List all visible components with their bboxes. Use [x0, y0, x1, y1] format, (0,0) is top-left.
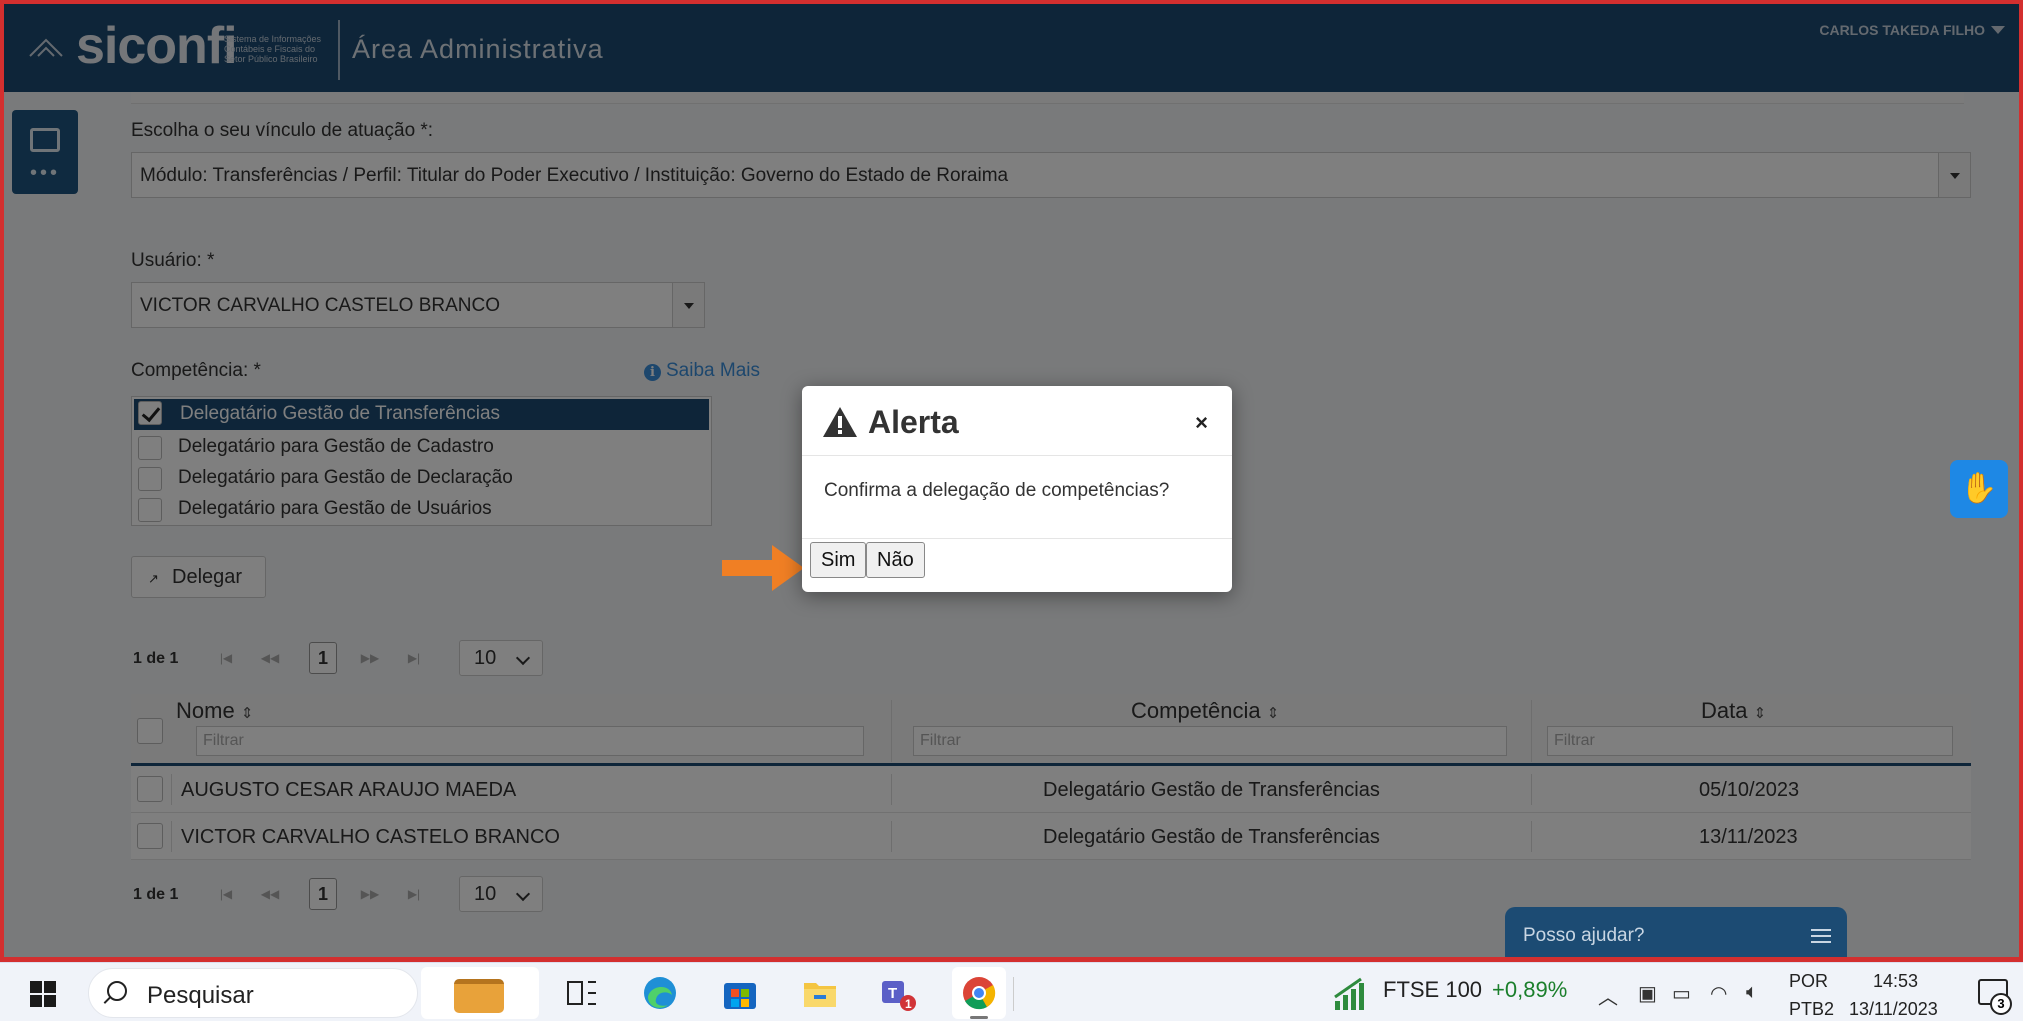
- meet-now-icon[interactable]: ▣: [1638, 981, 1657, 1006]
- file-explorer-icon[interactable]: [802, 975, 838, 1011]
- battery-icon[interactable]: ▭: [1672, 981, 1691, 1006]
- volume-icon[interactable]: 🔈︎: [1746, 981, 1758, 1004]
- orange-pointer-arrow-icon: [722, 545, 804, 591]
- warning-icon: [823, 407, 857, 437]
- teams-icon[interactable]: T 1: [880, 975, 916, 1011]
- stock-up-chart-icon: [1334, 977, 1364, 1010]
- task-view-icon[interactable]: [564, 975, 600, 1011]
- taskbar-divider: [1013, 977, 1014, 1011]
- taskbar-widget-tile[interactable]: [421, 967, 539, 1019]
- dialog-message: Confirma a delegação de competências?: [824, 480, 1170, 501]
- dialog-title: Alerta: [868, 404, 959, 440]
- ticker-name: FTSE 100: [1383, 977, 1483, 1002]
- close-icon[interactable]: ×: [1195, 410, 1208, 436]
- chevron-up-icon[interactable]: ︿: [1598, 981, 1618, 1010]
- edge-browser-icon[interactable]: [642, 975, 678, 1011]
- hamburger-menu-icon[interactable]: [1811, 929, 1831, 943]
- sign-language-accessibility-icon[interactable]: ✋: [1950, 460, 2008, 518]
- notification-count-badge: 3: [1990, 993, 2012, 1015]
- nao-button[interactable]: Não: [866, 542, 925, 578]
- windows-taskbar: Pesquisar T 1 FTSE 100 +0,89% ︿ ▣ ▭ ◠ 🔈︎…: [0, 962, 2023, 1021]
- dialog-header: Alerta ×: [802, 386, 1232, 456]
- search-icon: [107, 981, 127, 1001]
- wifi-icon[interactable]: ◠: [1710, 981, 1727, 1006]
- chrome-icon: [963, 977, 996, 1010]
- taskbar-search-label: Pesquisar: [147, 982, 254, 1009]
- alert-dialog: Alerta × Confirma a delegação de competê…: [802, 386, 1232, 592]
- svg-text:1: 1: [905, 997, 912, 1011]
- taskbar-search[interactable]: Pesquisar: [88, 968, 418, 1018]
- sim-button[interactable]: Sim: [810, 542, 867, 578]
- clock-time[interactable]: 14:53: [1873, 971, 1918, 992]
- browser-viewport: siconfi Sistema de Informações Contábeis…: [0, 0, 2023, 962]
- help-chat-label: Posso ajudar?: [1523, 925, 1645, 946]
- ticker-change: +0,89%: [1492, 977, 1568, 1002]
- help-chat-bar[interactable]: Posso ajudar?: [1505, 907, 1847, 957]
- windows-start-icon[interactable]: [30, 981, 56, 1007]
- stock-ticker-widget[interactable]: FTSE 100 +0,89%: [1383, 977, 1567, 1003]
- clock-date[interactable]: 13/11/2023: [1849, 999, 1938, 1020]
- briefcase-icon: [454, 979, 504, 1013]
- keyboard-layout[interactable]: PTB2: [1789, 999, 1834, 1020]
- microsoft-store-icon[interactable]: [722, 975, 758, 1011]
- input-language[interactable]: POR: [1789, 971, 1828, 992]
- chrome-taskbar-tile[interactable]: [952, 967, 1006, 1019]
- svg-text:T: T: [888, 985, 897, 1002]
